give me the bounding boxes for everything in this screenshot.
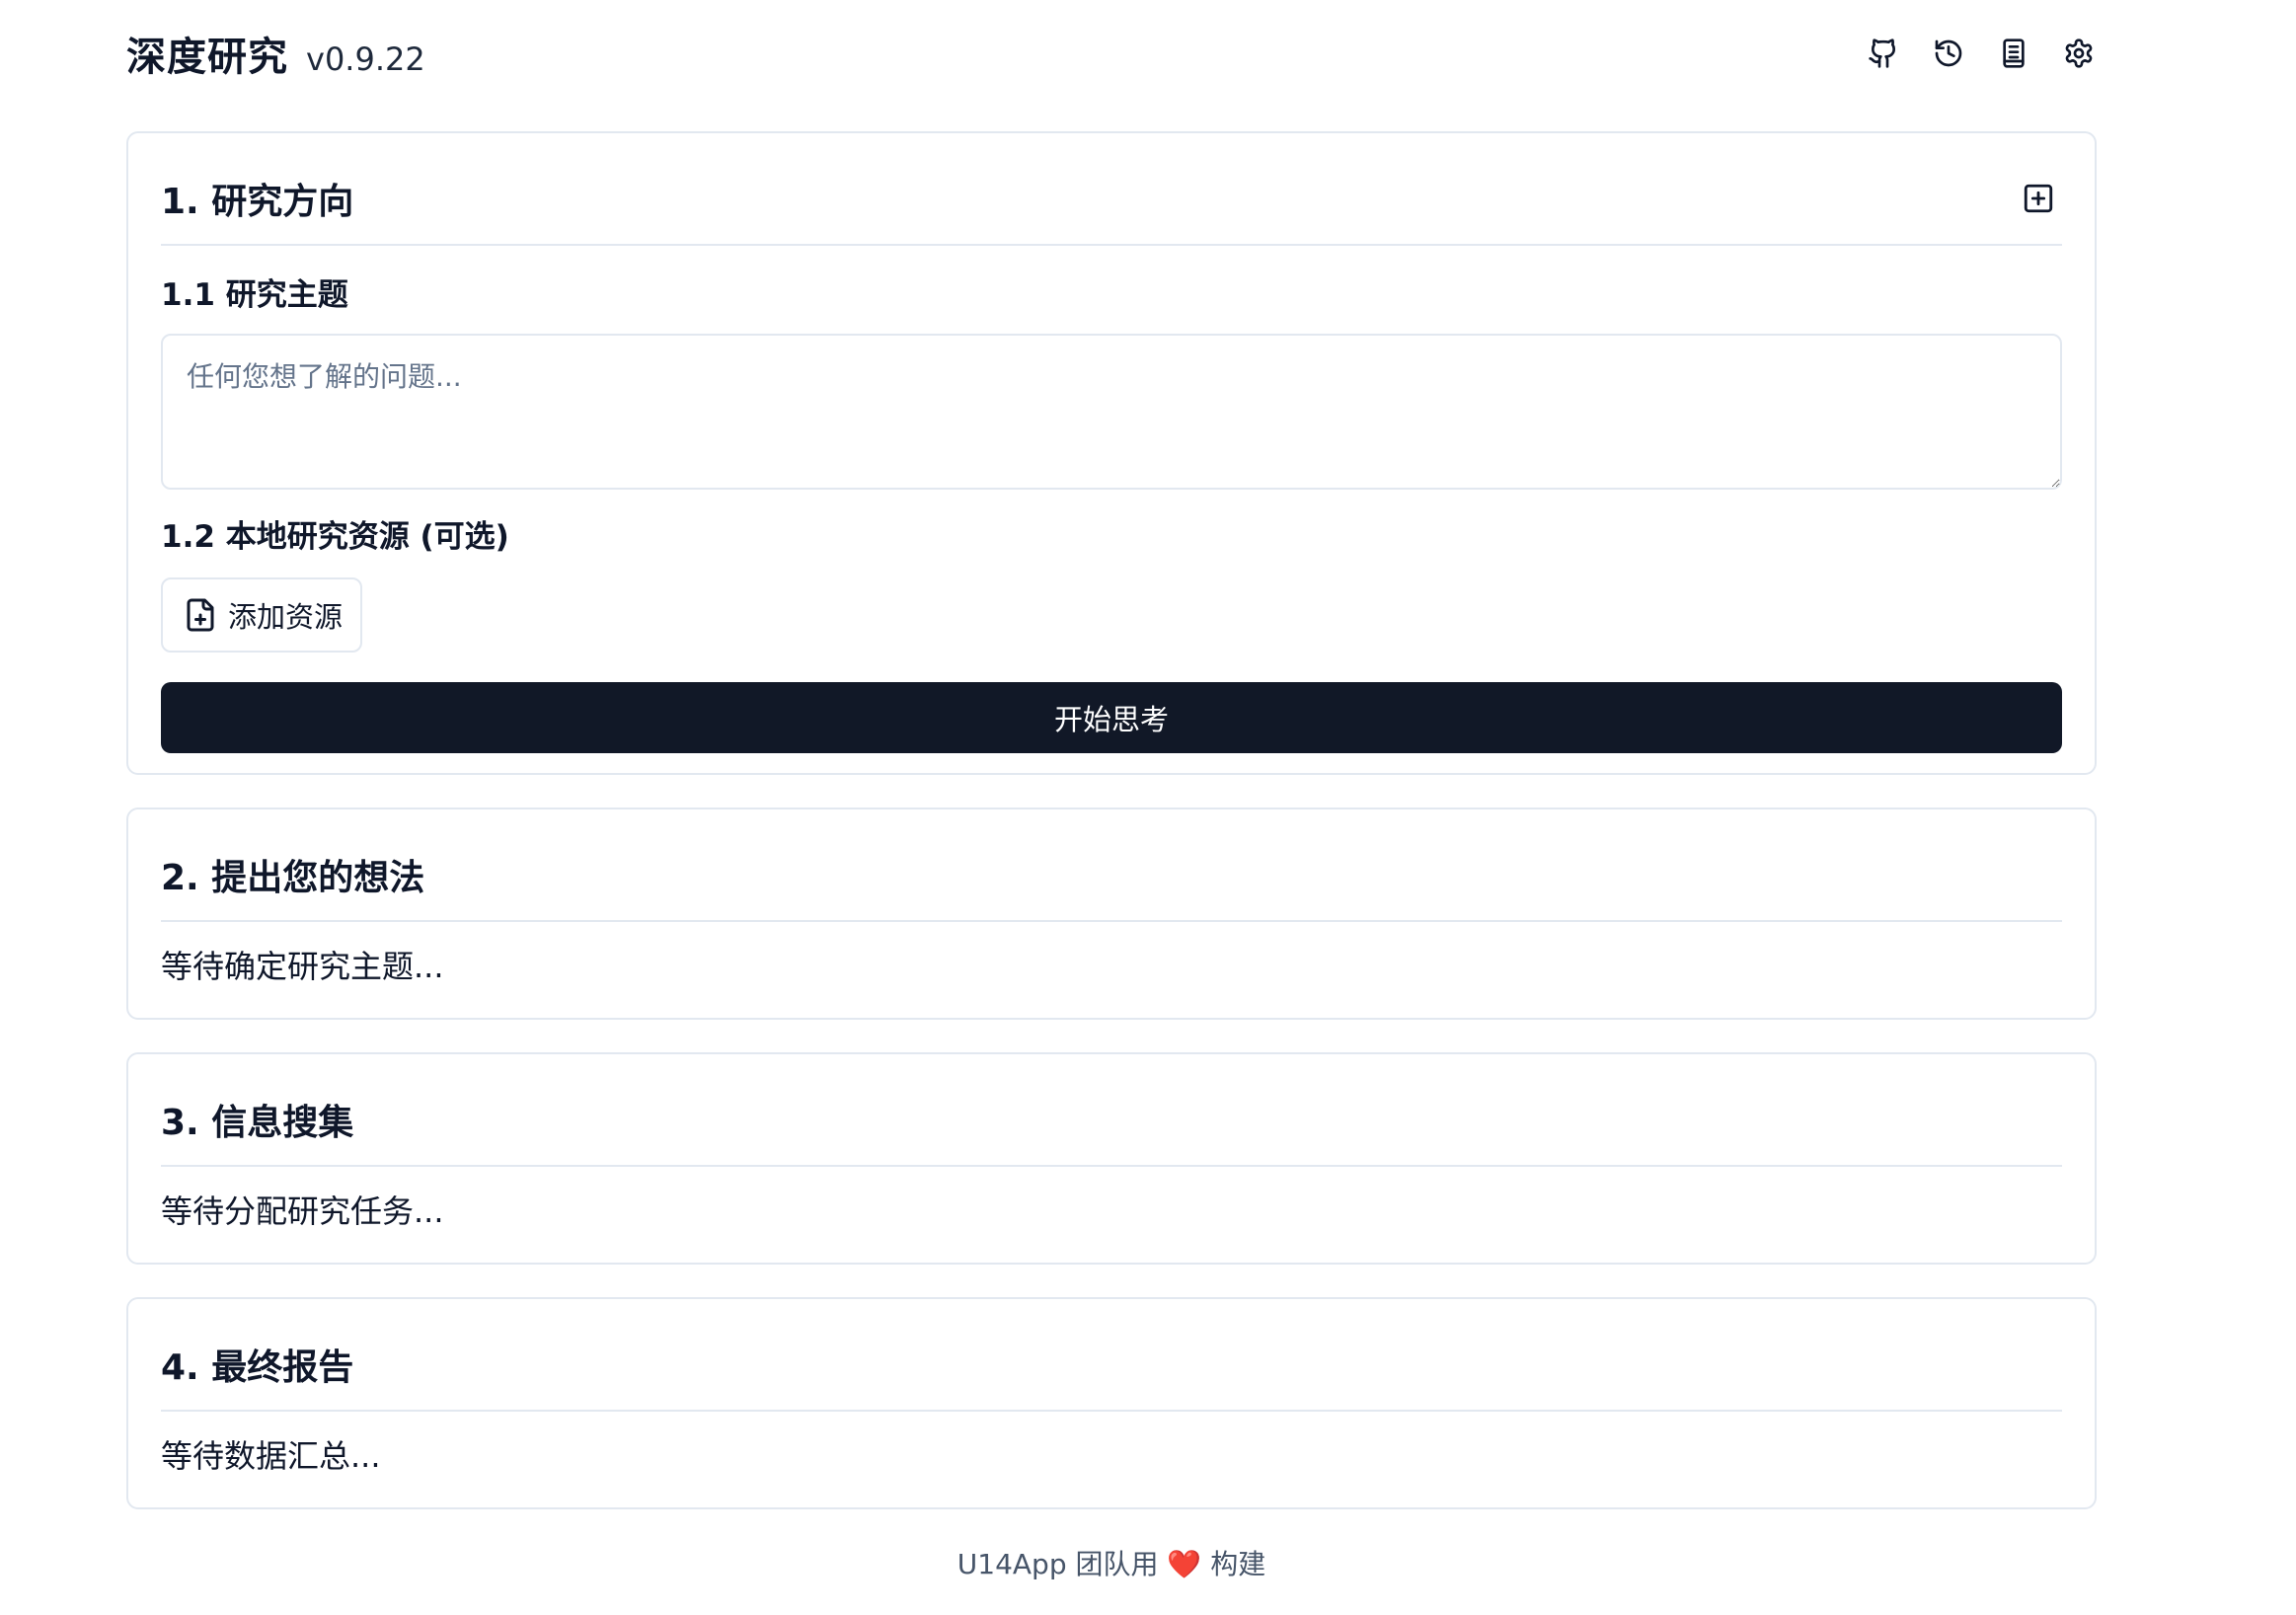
github-icon bbox=[1869, 38, 1896, 68]
info-gathering-status: 等待分配研究任务... bbox=[161, 1192, 444, 1230]
final-report-status: 等待数据汇总... bbox=[161, 1437, 381, 1475]
final-report-card: 4. 最终报告 等待数据汇总... bbox=[126, 1297, 2097, 1509]
app-title: 深度研究 bbox=[126, 35, 288, 80]
settings-button[interactable] bbox=[2057, 32, 2101, 75]
info-gathering-header: 3. 信息搜集 bbox=[161, 1054, 2062, 1167]
footer-prefix: U14App 团队用 bbox=[957, 1548, 1159, 1580]
add-resource-button[interactable]: 添加资源 bbox=[161, 577, 363, 653]
topic-input[interactable] bbox=[161, 334, 2062, 490]
plus-square-icon bbox=[2024, 184, 2053, 213]
book-icon bbox=[2003, 38, 2025, 68]
info-gathering-title: 3. 信息搜集 bbox=[161, 1103, 354, 1143]
github-button[interactable] bbox=[1862, 32, 1905, 75]
settings-icon bbox=[2065, 38, 2093, 68]
final-report-header: 4. 最终报告 bbox=[161, 1299, 2062, 1412]
file-plus-icon bbox=[187, 598, 214, 632]
footer-suffix: 构建 bbox=[1210, 1548, 1266, 1580]
app-header: 深度研究 v0.9.22 bbox=[126, 22, 2101, 85]
start-thinking-button[interactable]: 开始思考 bbox=[161, 682, 2062, 753]
info-gathering-card: 3. 信息搜集 等待分配研究任务... bbox=[126, 1052, 2097, 1265]
research-direction-header: 1. 研究方向 bbox=[161, 133, 2062, 246]
research-direction-title: 1. 研究方向 bbox=[161, 182, 354, 222]
resources-label: 1.2 本地研究资源 (可选) bbox=[161, 519, 509, 555]
topic-label: 1.1 研究主题 bbox=[161, 277, 348, 313]
ideas-title: 2. 提出您的想法 bbox=[161, 858, 425, 898]
history-button[interactable] bbox=[1927, 32, 1970, 75]
add-resource-label: 添加资源 bbox=[228, 600, 344, 634]
ideas-status: 等待确定研究主题... bbox=[161, 948, 444, 985]
app-page: 深度研究 v0.9.22 1. 研究方向 1.1 研究主题 任何您想了解的问题.… bbox=[0, 0, 2296, 1615]
heart-icon: ❤️ bbox=[1167, 1548, 1202, 1580]
new-research-button[interactable] bbox=[2015, 175, 2062, 222]
knowledge-button[interactable] bbox=[1992, 32, 2035, 75]
ideas-header: 2. 提出您的想法 bbox=[161, 809, 2062, 922]
research-direction-card: 1. 研究方向 1.1 研究主题 1.2 本地研究资源 (可选) 添加资源 开始… bbox=[126, 131, 2097, 775]
final-report-title: 4. 最终报告 bbox=[161, 1347, 354, 1388]
footer: U14App 团队用 ❤️ 构建 bbox=[126, 1543, 2097, 1582]
header-toolbar bbox=[1862, 32, 2101, 75]
history-icon bbox=[1935, 39, 1962, 67]
brand: 深度研究 v0.9.22 bbox=[126, 25, 425, 82]
ideas-card: 2. 提出您的想法 等待确定研究主题... bbox=[126, 808, 2097, 1020]
app-version: v0.9.22 bbox=[306, 40, 425, 78]
